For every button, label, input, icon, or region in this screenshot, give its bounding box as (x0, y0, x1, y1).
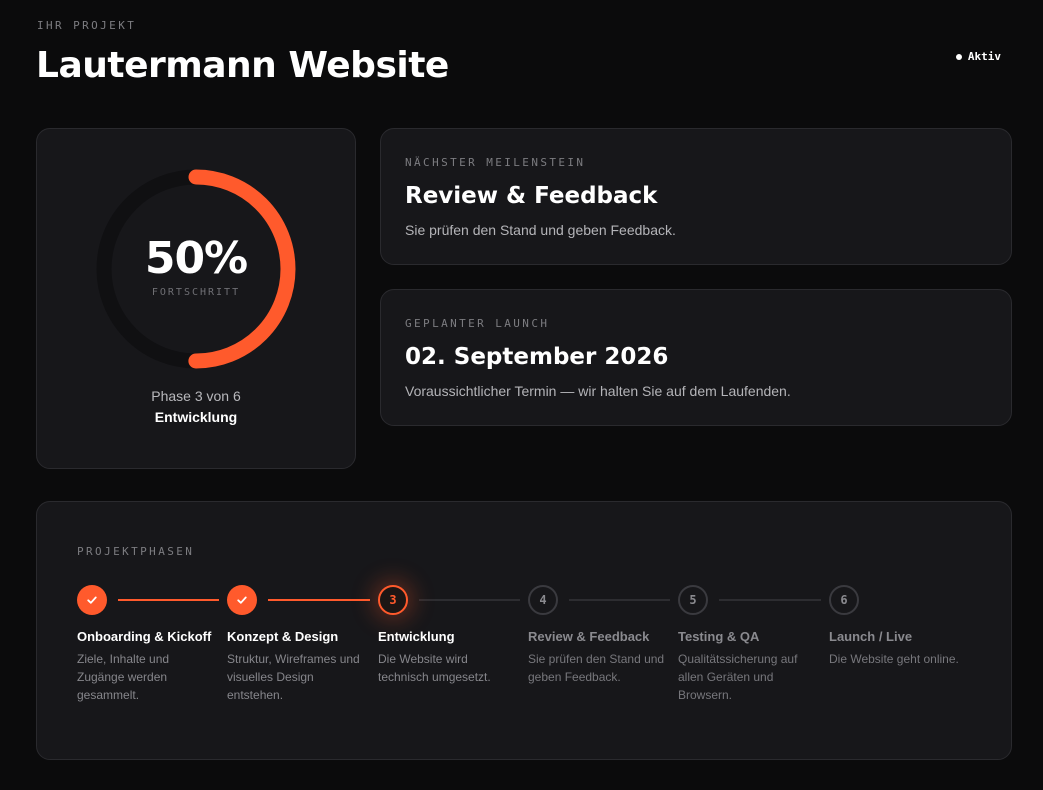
launch-description: Voraussichtlicher Termin — wir halten Si… (405, 383, 791, 399)
milestone-title: Review & Feedback (405, 183, 658, 209)
milestone-card: NÄCHSTER MEILENSTEIN Review & Feedback S… (380, 128, 1012, 265)
phase-name: Review & Feedback (528, 629, 650, 644)
phase-step-4: 4 Review & Feedback Sie prüfen den Stand… (528, 585, 668, 686)
phase-step-3: 3 Entwicklung Die Website wird technisch… (378, 585, 518, 686)
milestone-description: Sie prüfen den Stand und geben Feedback. (405, 222, 676, 238)
phase-marker: 4 (528, 585, 558, 615)
phase-name: Onboarding & Kickoff (77, 629, 212, 644)
phases-card: PROJEKTPHASEN Onboarding & Kickoff Ziele… (36, 501, 1012, 760)
progress-card: 50% FORTSCHRITT Phase 3 von 6 Entwicklun… (36, 128, 356, 469)
phase-description: Die Website geht online. (829, 652, 959, 666)
phase-name: Testing & QA (678, 629, 760, 644)
page-eyebrow: IHR PROJEKT (37, 19, 137, 32)
phase-description: Qualitätssicherung auf allen Geräten und… (678, 652, 798, 702)
phase-description: Sie prüfen den Stand und geben Feedback. (528, 652, 665, 684)
progress-value: 50% (144, 233, 248, 284)
phase-name: Launch / Live (829, 629, 913, 644)
phase-marker: 6 (829, 585, 859, 615)
progress-label: FORTSCHRITT (151, 287, 241, 298)
launch-date: 02. September 2026 (405, 344, 669, 370)
launch-eyebrow: GEPLANTER LAUNCH (405, 317, 550, 330)
phase-marker (227, 585, 257, 615)
phase-name: Entwicklung (378, 629, 455, 644)
phase-marker: 5 (678, 585, 708, 615)
status-dot-icon (955, 53, 962, 60)
phase-marker (77, 585, 107, 615)
launch-card: GEPLANTER LAUNCH 02. September 2026 Vora… (380, 289, 1012, 426)
phase-description: Struktur, Wireframes und visuelles Desig… (227, 652, 360, 702)
check-icon (87, 596, 97, 604)
phase-name: Konzept & Design (227, 629, 339, 644)
phase-step-1: Onboarding & Kickoff Ziele, Inhalte und … (77, 585, 217, 704)
phase-step-5: 5 Testing & QA Qualitätssicherung auf al… (678, 585, 818, 704)
phase-marker: 3 (378, 585, 408, 615)
status-label: Aktiv (967, 50, 1001, 63)
progress-ring: 50% FORTSCHRITT (96, 169, 296, 369)
phase-description: Die Website wird technisch umgesetzt. (378, 652, 491, 684)
phase-step-2: Konzept & Design Struktur, Wireframes un… (227, 585, 367, 704)
current-phase-name: Entwicklung (154, 409, 238, 425)
check-icon (237, 596, 247, 604)
milestone-eyebrow: NÄCHSTER MEILENSTEIN (405, 156, 586, 169)
phase-counter: Phase 3 von 6 (151, 388, 241, 404)
phase-step-6: 6 Launch / Live Die Website geht online. (829, 585, 969, 668)
phase-description: Ziele, Inhalte und Zugänge werden gesamm… (77, 652, 170, 702)
page-title: Lautermann Website (36, 45, 449, 86)
status-badge: Aktiv (955, 50, 1001, 63)
phases-eyebrow: PROJEKTPHASEN (77, 545, 195, 558)
